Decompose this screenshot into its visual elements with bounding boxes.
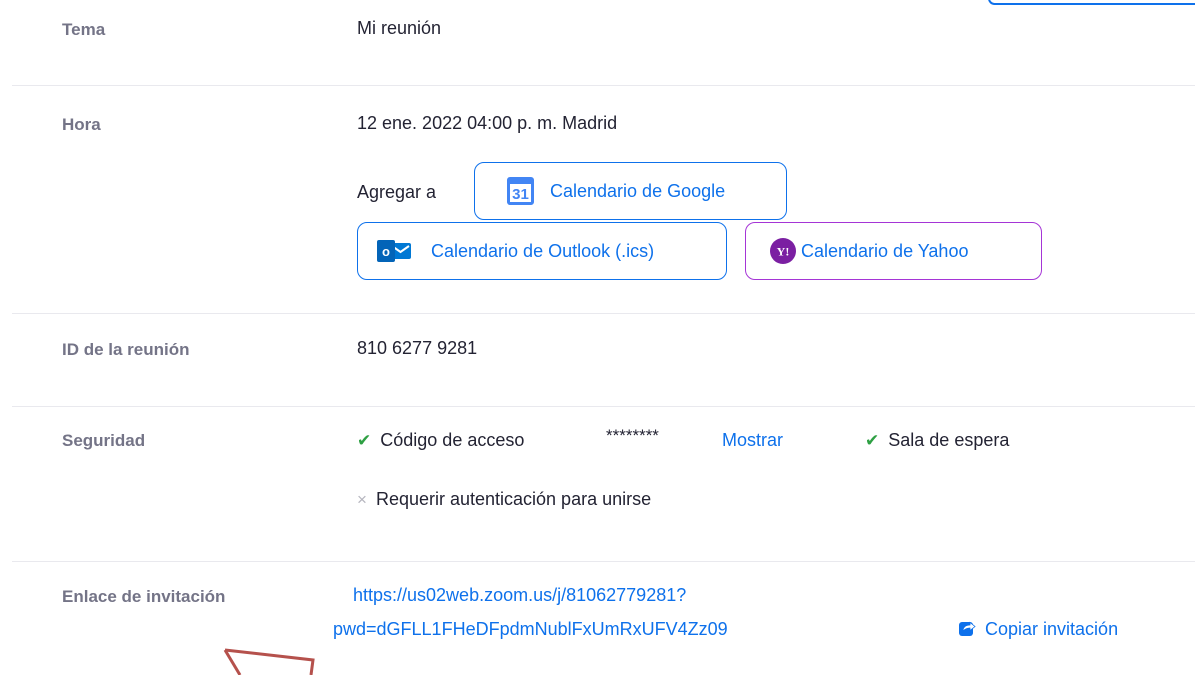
- check-icon: ✔: [865, 431, 880, 450]
- copy-invitation-label: Copiar invitación: [985, 619, 1119, 639]
- annotation-arrow: [223, 648, 315, 675]
- invite-url-line1[interactable]: https://us02web.zoom.us/j/81062779281?: [353, 585, 686, 606]
- show-passcode-link[interactable]: Mostrar: [722, 430, 783, 451]
- svg-text:o: o: [382, 244, 390, 259]
- passcode-setting: ✔ Código de acceso: [357, 430, 524, 451]
- divider: [12, 313, 1195, 314]
- svg-text:31: 31: [512, 186, 529, 203]
- divider: [12, 85, 1195, 86]
- share-icon: [958, 619, 976, 637]
- yahoo-icon: Y!: [770, 238, 796, 264]
- topic-label: Tema: [62, 20, 106, 39]
- divider: [12, 406, 1195, 407]
- topic-value: Mi reunión: [357, 18, 442, 38]
- invite-link-label: Enlace de invitación: [62, 587, 226, 606]
- passcode-masked: ********: [606, 426, 659, 445]
- time-value: 12 ene. 2022 04:00 p. m. Madrid: [357, 113, 618, 133]
- google-calendar-button[interactable]: 31 Calendario de Google: [474, 162, 787, 220]
- yahoo-calendar-label: Calendario de Yahoo: [801, 240, 969, 261]
- meeting-id-label: ID de la reunión: [62, 340, 190, 359]
- security-label: Seguridad: [62, 431, 146, 450]
- google-calendar-label: Calendario de Google: [550, 180, 726, 201]
- auth-label: Requerir autenticación para unirse: [375, 489, 652, 509]
- outlook-calendar-label: Calendario de Outlook (.ics): [431, 240, 655, 261]
- divider: [12, 561, 1195, 562]
- check-icon: ✔: [357, 431, 372, 450]
- outlook-calendar-button[interactable]: o Calendario de Outlook (.ics): [357, 222, 727, 280]
- outlook-icon: o: [377, 239, 413, 263]
- waiting-room-setting: ✔ Sala de espera: [865, 430, 1009, 451]
- passcode-label: Código de acceso: [380, 430, 525, 450]
- time-label: Hora: [62, 115, 101, 134]
- add-to-label: Agregar a: [357, 182, 437, 202]
- cross-icon: ×: [357, 490, 367, 509]
- copy-invitation-button[interactable]: Copiar invitación: [958, 619, 1118, 640]
- waiting-room-label: Sala de espera: [888, 430, 1010, 450]
- yahoo-calendar-button[interactable]: Y! Calendario de Yahoo: [745, 222, 1042, 280]
- invite-url-line2[interactable]: pwd=dGFLL1FHeDFpdmNublFxUmRxUFV4Zz09: [333, 619, 728, 640]
- top-action-button[interactable]: [988, 0, 1195, 5]
- svg-text:Y!: Y!: [777, 245, 790, 259]
- meeting-id-value: 810 6277 9281: [357, 338, 478, 358]
- google-calendar-icon: 31: [507, 177, 534, 205]
- auth-setting: × Requerir autenticación para unirse: [357, 489, 651, 510]
